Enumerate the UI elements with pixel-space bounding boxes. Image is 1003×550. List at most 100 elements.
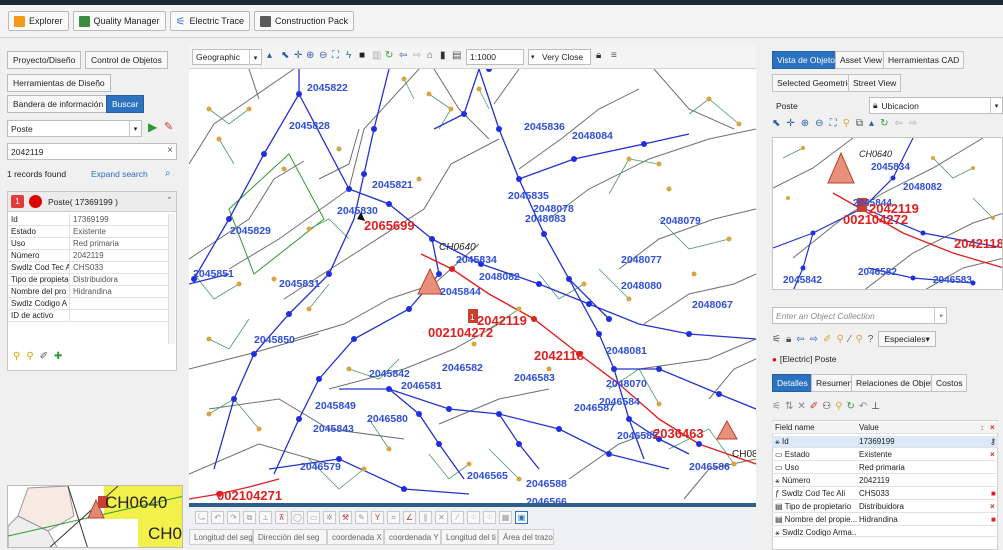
tab-vista-de-objeto[interactable]: Vista de Objeto bbox=[772, 51, 840, 69]
tab-costos[interactable]: Costos bbox=[931, 374, 968, 392]
pan-up-icon[interactable]: ▴ bbox=[267, 50, 272, 61]
grid-clear-icon[interactable]: × bbox=[990, 422, 995, 433]
tab-proyecto-diseno[interactable]: Proyecto/Diseño bbox=[7, 51, 82, 69]
lock-icon[interactable]: 🔒︎ bbox=[786, 334, 791, 345]
back-icon[interactable]: ⇦ bbox=[796, 334, 804, 345]
table-row[interactable]: ⚹ Número 2042119 bbox=[772, 475, 998, 487]
grid-sort-icon[interactable]: ↕ bbox=[980, 422, 984, 433]
forward-icon[interactable]: ⇨ bbox=[909, 118, 917, 134]
identify-icon[interactable]: ■ bbox=[359, 50, 365, 61]
zoom-in-icon[interactable]: ⊕ bbox=[801, 118, 809, 134]
filter-icon[interactable]: ⚟ bbox=[772, 401, 781, 412]
parallel-tool-icon[interactable]: ∥ bbox=[419, 511, 432, 524]
circle-tool-icon[interactable]: ◯ bbox=[291, 511, 304, 524]
node-b-icon[interactable]: ⁘ bbox=[483, 511, 496, 524]
clear-icon[interactable]: ✕ bbox=[797, 401, 805, 412]
filter-icon[interactable]: ⚟ bbox=[772, 334, 781, 345]
snap-icon[interactable]: ⟂ bbox=[259, 511, 272, 524]
overview-map[interactable]: CH0640 CH0 bbox=[7, 485, 183, 548]
help-icon[interactable]: ? bbox=[868, 334, 874, 345]
angle-tool-icon[interactable]: ∠ bbox=[403, 511, 416, 524]
lock-icon[interactable]: 🔒︎ bbox=[596, 50, 601, 61]
edit-icon[interactable]: ✐ bbox=[823, 334, 831, 345]
clear-eraser-icon[interactable]: ✎ bbox=[164, 120, 173, 133]
zoom-extent-icon[interactable]: ⛶ bbox=[332, 50, 339, 61]
zoom-to-results-icon[interactable]: ⌕ bbox=[165, 168, 171, 179]
table-row[interactable]: ▤ Tipo de propietario Distribuidora × bbox=[772, 501, 998, 513]
copy-icon[interactable]: ⧉ bbox=[856, 118, 863, 134]
active-tool-icon[interactable]: ▣ bbox=[515, 511, 528, 524]
coordinate-system-select[interactable]: Geographic ▾ bbox=[192, 49, 262, 65]
bookmark-icon[interactable]: ▮ bbox=[440, 50, 446, 61]
scale-input[interactable]: 1:1000 bbox=[466, 49, 524, 65]
reshape-tool-icon[interactable]: ✎ bbox=[355, 511, 368, 524]
ubicacion-select[interactable]: 🔒︎ Ubicacion ▾ bbox=[869, 97, 1003, 114]
search-input[interactable]: 2042119 × bbox=[7, 143, 177, 160]
save-icon[interactable]: ⊥ bbox=[871, 401, 880, 412]
table-row[interactable]: ƒ Swdlz Cod Tec Ali CHS033 ■ bbox=[772, 488, 998, 500]
refresh-icon[interactable]: ↻ bbox=[385, 50, 393, 61]
pin-group-icon[interactable]: ⚲ bbox=[836, 334, 843, 345]
tab-detalles[interactable]: Detalles bbox=[772, 374, 813, 392]
zoom-out-icon[interactable]: ⊖ bbox=[815, 118, 823, 134]
electric-trace-button[interactable]: ⚟ Electric Trace bbox=[169, 11, 250, 31]
especiales-button[interactable]: Especiales ▾ bbox=[878, 331, 936, 347]
table-row[interactable]: ⚹ Swdlz Codigo Arma... bbox=[772, 527, 998, 537]
related-objects-icon[interactable]: ✚ bbox=[54, 351, 62, 362]
locate-pin-icon[interactable]: ⚲ bbox=[13, 351, 20, 362]
split-tool-icon[interactable]: ⚒ bbox=[339, 511, 352, 524]
back-icon[interactable]: ⇦ bbox=[894, 118, 902, 134]
tab-street-view[interactable]: Street View bbox=[848, 74, 902, 92]
cross-tool-icon[interactable]: ✕ bbox=[435, 511, 448, 524]
tab-asset-view[interactable]: Asset View bbox=[835, 51, 887, 69]
zoom-out-icon[interactable]: ⊖ bbox=[319, 50, 327, 61]
tab-buscar[interactable]: Buscar bbox=[106, 95, 145, 113]
collapse-chevron-icon[interactable]: ˆ bbox=[168, 196, 171, 206]
redo-icon[interactable]: ↷ bbox=[227, 511, 240, 524]
zoom-in-icon[interactable]: ⊕ bbox=[306, 50, 314, 61]
run-search-icon[interactable]: ▶ bbox=[148, 120, 157, 134]
layers-icon[interactable]: ▥ bbox=[372, 50, 381, 61]
quality-manager-button[interactable]: Quality Manager bbox=[72, 11, 166, 31]
pin-icon[interactable]: ⚲ bbox=[855, 334, 862, 345]
object-collection-input[interactable]: Enter an Object Collection ▾ bbox=[772, 307, 947, 324]
home-icon[interactable]: ⌂ bbox=[427, 50, 433, 61]
print-icon[interactable]: ▤ bbox=[452, 50, 461, 61]
settings-tool-icon[interactable]: ✲ bbox=[323, 511, 336, 524]
tab-herramientas-de-diseno[interactable]: Herramientas de Diseño bbox=[7, 74, 111, 92]
table-row[interactable]: ▭ Estado Existente × bbox=[772, 449, 998, 461]
binoculars-icon[interactable]: ⚇ bbox=[822, 401, 831, 412]
vertex-tool-icon[interactable]: Y bbox=[371, 511, 384, 524]
pin-icon[interactable]: ⚲ bbox=[843, 118, 850, 134]
forward-icon[interactable]: ⇨ bbox=[413, 50, 421, 61]
tab-herramientas-cad[interactable]: Herramientas CAD bbox=[883, 51, 965, 69]
attributes-scrollbar[interactable] bbox=[168, 214, 175, 344]
table-row[interactable]: ▤ Nombre del propie... Hidrandina ■ bbox=[772, 514, 998, 526]
object-mini-map[interactable]: CH0640 2045834 2048082 2045844 2045842 2… bbox=[772, 137, 1003, 290]
sort-icon[interactable]: ⇅ bbox=[785, 401, 793, 412]
map-canvas[interactable]: 1 2045822 2045828 2045836 2048084 204582… bbox=[188, 66, 758, 519]
tab-relaciones-de-objeto[interactable]: Relaciones de Objeto bbox=[851, 374, 943, 392]
select-arrow-icon[interactable]: ⬉ bbox=[281, 50, 289, 61]
table-tool-icon[interactable]: ▦ bbox=[499, 511, 512, 524]
table-row[interactable]: ⚹ Id 17369199 ⚷ bbox=[772, 436, 998, 448]
line-tool-icon[interactable]: ⊼ bbox=[275, 511, 288, 524]
crosshair-icon[interactable]: ✛ bbox=[786, 118, 794, 134]
construction-pack-button[interactable]: Construction Pack bbox=[253, 11, 354, 31]
explorer-button[interactable]: Explorer bbox=[8, 11, 69, 31]
menu-icon[interactable]: ≡ bbox=[611, 50, 617, 61]
search-class-select[interactable]: Poste ▾ bbox=[7, 120, 142, 137]
select-arrow-icon[interactable]: ⬉ bbox=[772, 118, 780, 134]
result-card-header[interactable]: 1 Poste( 17369199 ) ˆ bbox=[8, 192, 176, 212]
grid-tool-icon[interactable]: ⌗ bbox=[387, 511, 400, 524]
sketch-tool-icon[interactable]: ⤿ bbox=[195, 511, 208, 524]
clear-search-icon[interactable]: × bbox=[167, 145, 173, 156]
back-icon[interactable]: ⇦ bbox=[399, 50, 407, 61]
pan-up-icon[interactable]: ▴ bbox=[869, 118, 874, 134]
tab-bandera-de-informacion[interactable]: Bandera de información bbox=[7, 95, 110, 113]
select-pin-icon[interactable]: ⚲ bbox=[26, 351, 33, 362]
refresh-icon[interactable]: ↻ bbox=[880, 118, 888, 134]
edit-icon[interactable]: ✐ bbox=[810, 401, 818, 412]
undo-icon[interactable]: ↶ bbox=[859, 401, 867, 412]
table-row[interactable]: ▭ Uso Red primaria bbox=[772, 462, 998, 474]
